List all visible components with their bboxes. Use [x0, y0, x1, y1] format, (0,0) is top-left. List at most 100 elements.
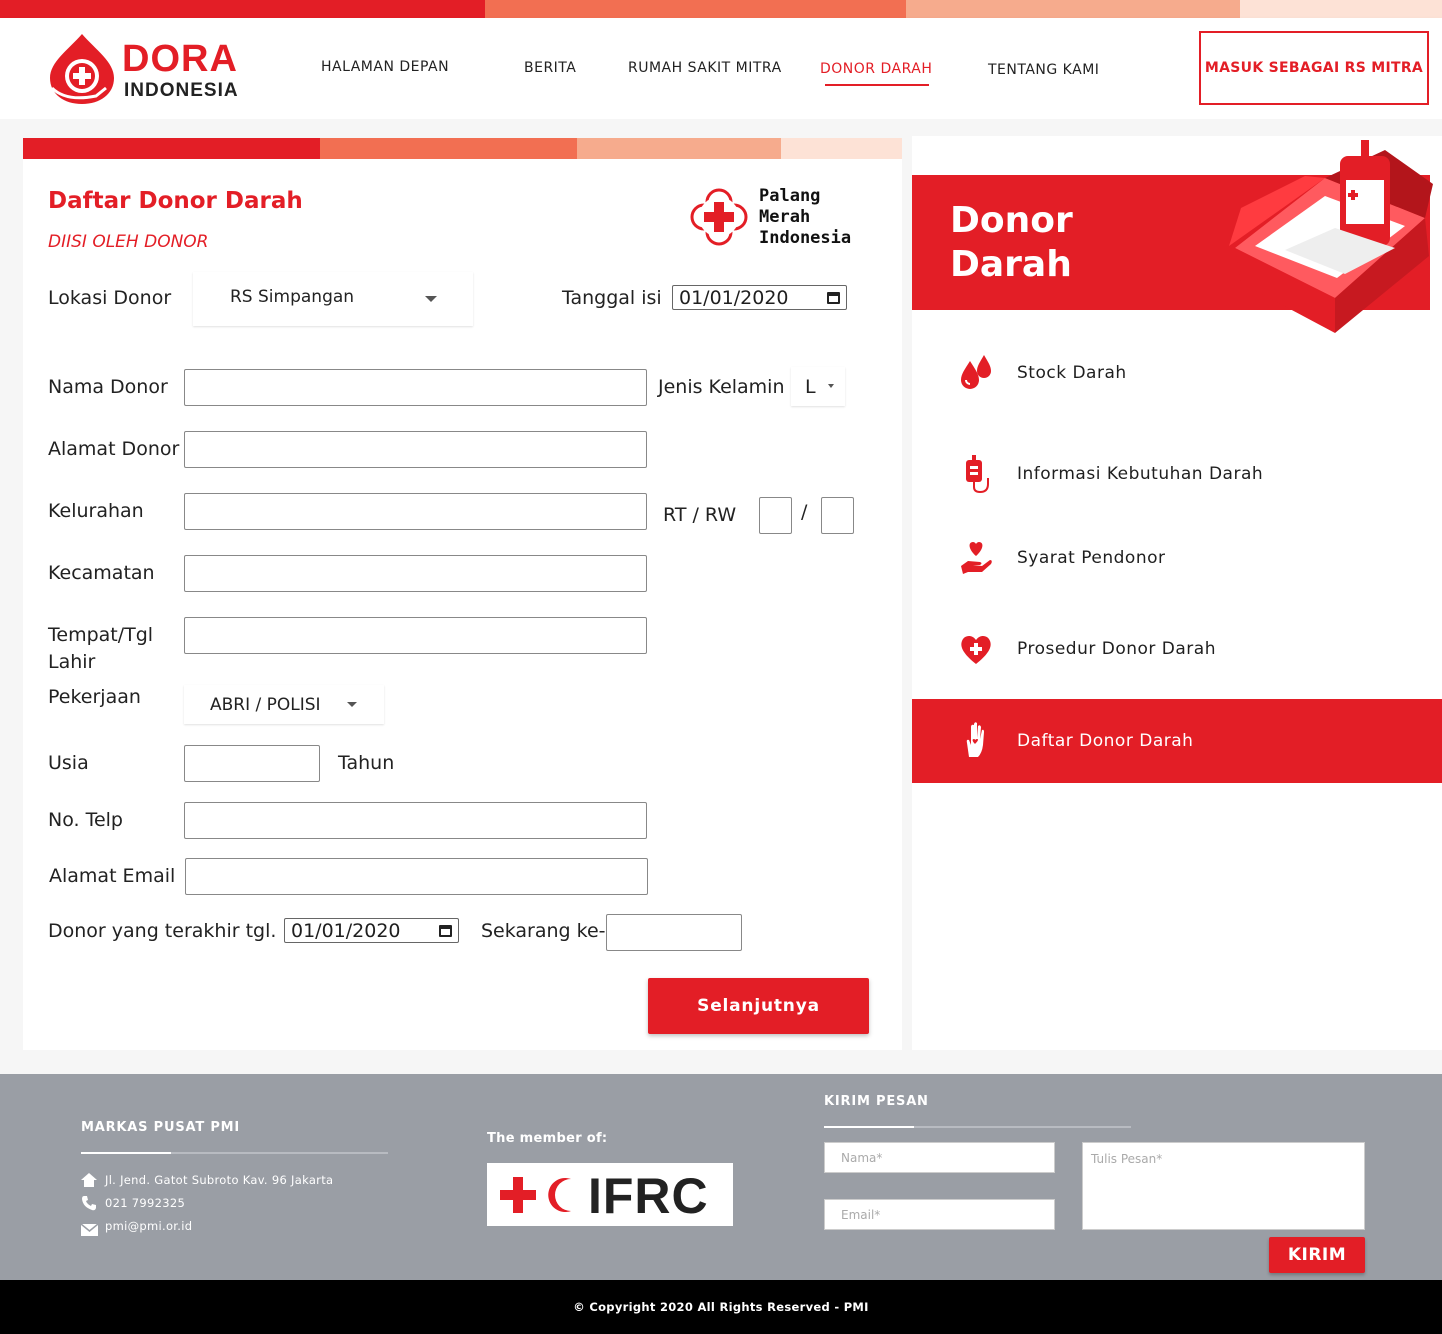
- jenis-kelamin-select[interactable]: L: [791, 367, 845, 406]
- top-stripe-red: [0, 0, 485, 18]
- sidebar-item-syarat-pendonor[interactable]: Syarat Pendonor: [912, 528, 1442, 588]
- nav-berita[interactable]: BERITA: [524, 60, 576, 76]
- blood-box-illustration: [1229, 140, 1433, 333]
- email-input[interactable]: [185, 858, 648, 895]
- copyright-bar: © Copyright 2020 All Rights Reserved - P…: [0, 1280, 1442, 1334]
- chevron-down-icon: [347, 702, 357, 707]
- ttl-label-line2: Lahir: [48, 651, 96, 673]
- lokasi-label: Lokasi Donor: [48, 287, 172, 309]
- tanggal-date-input[interactable]: 01/01/2020: [672, 285, 847, 310]
- kelurahan-label: Kelurahan: [48, 500, 144, 522]
- rw-input[interactable]: [821, 497, 854, 534]
- sidebar-banner-title-2: Darah: [950, 244, 1072, 285]
- selanjutnya-label: Selanjutnya: [697, 996, 820, 1016]
- card-stripe-peach: [577, 138, 781, 159]
- top-stripe-peach: [906, 0, 1240, 18]
- footer-email: pmi@pmi.or.id: [105, 1219, 193, 1233]
- footer-hq-divider-accent: [81, 1152, 171, 1154]
- nav-halaman-depan[interactable]: HALAMAN DEPAN: [321, 59, 449, 75]
- lokasi-select-value: RS Simpangan: [230, 287, 355, 307]
- alamat-label: Alamat Donor: [48, 438, 180, 460]
- nav-active-underline: [825, 84, 929, 86]
- sidebar-item-daftar-donor[interactable]: Daftar Donor Darah: [912, 699, 1442, 783]
- calendar-icon: [439, 924, 452, 937]
- pekerjaan-value: ABRI / POLISI: [210, 695, 321, 715]
- chevron-down-icon: [425, 296, 437, 302]
- email-label: Alamat Email: [49, 865, 176, 887]
- telp-label: No. Telp: [48, 809, 123, 831]
- blood-drop-logo-icon: [50, 34, 114, 104]
- ttl-input[interactable]: [184, 617, 647, 654]
- phone-icon: [81, 1195, 97, 1215]
- jenis-kelamin-label: Jenis Kelamin: [658, 376, 785, 398]
- footer-phone: 021 7992325: [105, 1196, 186, 1210]
- top-stripe-light: [1240, 0, 1442, 18]
- footer-contact-divider-accent: [824, 1126, 914, 1128]
- card-stripe-red: [23, 138, 320, 159]
- cross-crescent-icon: [500, 1177, 571, 1213]
- sidebar-item-informasi-kebutuhan[interactable]: Informasi Kebutuhan Darah: [912, 444, 1442, 504]
- footer-message-placeholder: Tulis Pesan*: [1091, 1152, 1163, 1166]
- kelurahan-input[interactable]: [184, 493, 647, 530]
- nama-label: Nama Donor: [48, 376, 168, 398]
- red-cross-flower-icon: [690, 188, 748, 246]
- footer-name-input[interactable]: Nama*: [824, 1142, 1055, 1173]
- sidebar-item-label: Prosedur Donor Darah: [1017, 639, 1216, 659]
- ttl-label-line1: Tempat/Tgl: [48, 624, 154, 646]
- form-title: Daftar Donor Darah: [48, 188, 303, 214]
- card-stripe-orange: [320, 138, 577, 159]
- telp-input[interactable]: [184, 802, 647, 839]
- usia-label: Usia: [48, 752, 89, 774]
- sidebar-item-label: Daftar Donor Darah: [1017, 731, 1194, 751]
- usia-input[interactable]: [184, 745, 320, 782]
- footer-message-textarea[interactable]: Tulis Pesan*: [1082, 1142, 1365, 1230]
- sidebar-item-label: Informasi Kebutuhan Darah: [1017, 464, 1264, 484]
- rtrw-label: RT / RW: [663, 504, 737, 526]
- terakhir-label: Donor yang terakhir tgl.: [48, 920, 277, 942]
- calendar-icon: [827, 291, 840, 304]
- pekerjaan-select[interactable]: ABRI / POLISI: [184, 685, 384, 724]
- kecamatan-input[interactable]: [184, 555, 647, 592]
- nav-rumah-sakit-mitra[interactable]: RUMAH SAKIT MITRA: [628, 60, 782, 76]
- site-logo[interactable]: DORA INDONESIA: [46, 32, 251, 106]
- sidebar-banner-title-1: Donor: [950, 200, 1073, 241]
- sidebar-item-label: Stock Darah: [1017, 363, 1127, 383]
- form-subtitle: DIISI OLEH DONOR: [48, 232, 209, 252]
- kirim-button[interactable]: KIRIM: [1269, 1237, 1365, 1273]
- footer-name-placeholder: Nama*: [841, 1150, 883, 1165]
- footer-address: Jl. Jend. Gatot Subroto Kav. 96 Jakarta: [105, 1173, 334, 1187]
- top-stripe-orange: [485, 0, 906, 18]
- chevron-down-icon: [828, 384, 834, 388]
- blood-drops-icon: [956, 353, 996, 393]
- nav-tentang-kami[interactable]: TENTANG KAMI: [988, 62, 1099, 78]
- rt-input[interactable]: [759, 497, 792, 534]
- footer-email-placeholder: Email*: [841, 1207, 881, 1222]
- login-rs-mitra-button[interactable]: MASUK SEBAGAI RS MITRA: [1199, 31, 1429, 105]
- footer-contact-title: KIRIM PESAN: [824, 1094, 929, 1109]
- pmi-logo-line2: Merah: [759, 207, 811, 227]
- pmi-logo-line1: Palang: [759, 186, 821, 206]
- sidebar-item-label: Syarat Pendonor: [1017, 548, 1166, 568]
- sidebar-item-stock-darah[interactable]: Stock Darah: [912, 343, 1442, 403]
- tanggal-label: Tanggal isi: [562, 287, 662, 309]
- nav-donor-darah[interactable]: DONOR DARAH: [820, 61, 932, 77]
- heart-cross-icon: [956, 629, 996, 669]
- terakhir-value: 01/01/2020: [291, 919, 401, 942]
- selanjutnya-button[interactable]: Selanjutnya: [648, 978, 869, 1034]
- nama-input[interactable]: [184, 369, 647, 406]
- footer-email-input[interactable]: Email*: [824, 1199, 1055, 1230]
- sekarang-input[interactable]: [606, 914, 742, 951]
- tanggal-value: 01/01/2020: [679, 286, 789, 309]
- terakhir-date-input[interactable]: 01/01/2020: [284, 918, 459, 943]
- hand-icon: [956, 721, 996, 761]
- usia-unit: Tahun: [338, 752, 395, 774]
- pmi-logo-line3: Indonesia: [759, 228, 852, 248]
- pmi-logo: Palang Merah Indonesia: [690, 186, 852, 250]
- alamat-input[interactable]: [184, 431, 647, 468]
- lokasi-select[interactable]: RS Simpangan: [193, 272, 473, 326]
- sidebar-item-prosedur-donor[interactable]: Prosedur Donor Darah: [912, 619, 1442, 679]
- kecamatan-label: Kecamatan: [48, 562, 155, 584]
- mail-icon: [80, 1221, 99, 1240]
- jenis-kelamin-value: L: [805, 376, 816, 398]
- kirim-label: KIRIM: [1287, 1245, 1347, 1265]
